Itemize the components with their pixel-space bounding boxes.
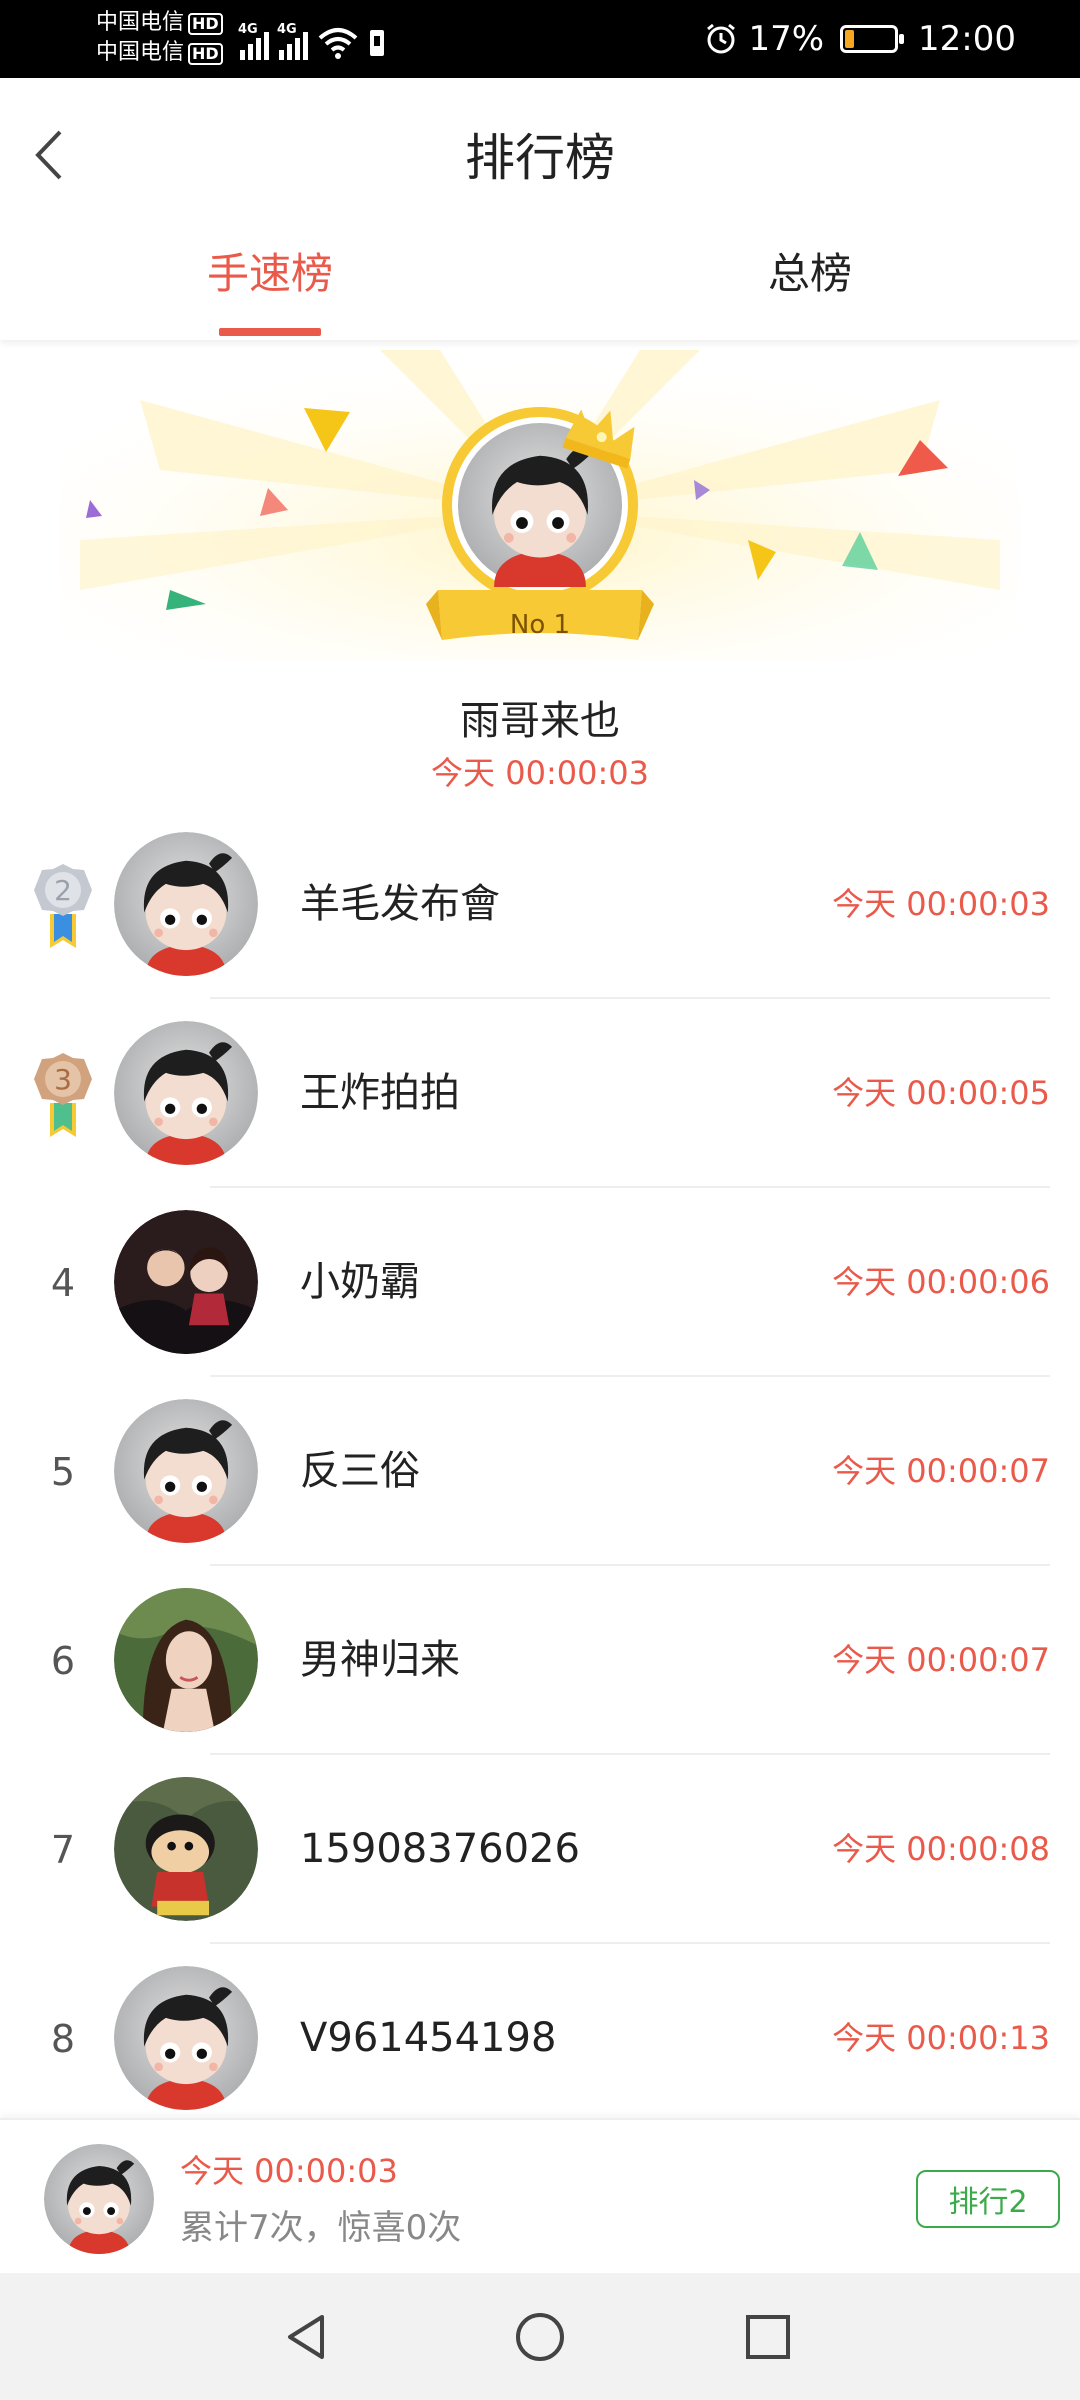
rank-number: 5: [50, 1449, 76, 1494]
player-name: V961454198: [300, 2015, 557, 2061]
my-stats: 累计7次，惊喜0次: [180, 2208, 462, 2248]
square-recents-icon: [746, 2315, 790, 2359]
avatar[interactable]: [114, 1588, 258, 1732]
active-tab-indicator: [219, 328, 321, 336]
avatar[interactable]: [114, 1021, 258, 1165]
battery-icon: [840, 25, 905, 53]
silver-medal-icon: 2: [30, 810, 96, 999]
champion-badge: No 1: [509, 610, 571, 640]
signal-indicators: 4G 4G: [238, 20, 386, 60]
list-item[interactable]: 2 羊毛发布會 今天 00:00:03: [0, 810, 1080, 999]
page-title: 排行榜: [465, 129, 615, 187]
signal-2-icon: 4G: [277, 22, 308, 60]
rank-number: 8: [50, 2016, 76, 2061]
hd-badge: HD: [188, 13, 223, 35]
avatar[interactable]: [114, 1210, 258, 1354]
rank-number: 7: [50, 1827, 76, 1872]
carrier-info: 中国电信 HD 中国电信 HD: [96, 8, 223, 68]
avatar[interactable]: [114, 1966, 258, 2110]
player-time: 今天 00:00:06: [832, 1263, 1050, 1301]
my-best-time: 今天 00:00:03: [180, 2152, 398, 2190]
nav-home-button[interactable]: [498, 2295, 582, 2379]
my-record-bar: 今天 00:00:03 累计7次，惊喜0次 排行2: [0, 2118, 1080, 2275]
list-item[interactable]: 5 反三俗 今天 00:00:07: [0, 1377, 1080, 1566]
bronze-medal-icon: 3: [30, 999, 96, 1188]
list-item[interactable]: 8 V961454198 今天 00:00:13: [0, 1944, 1080, 2133]
player-name: 反三俗: [300, 1448, 420, 1494]
sim-battery-icon: [370, 30, 384, 56]
player-name: 小奶霸: [300, 1259, 420, 1305]
list-item[interactable]: 3 王炸拍拍 今天 00:00:05: [0, 999, 1080, 1188]
champion-time: 今天 00:00:03: [431, 754, 649, 792]
tab-overall-ranking[interactable]: 总榜: [680, 240, 940, 340]
tab-speed-ranking[interactable]: 手速榜: [140, 240, 400, 340]
signal-1-icon: 4G: [238, 22, 269, 60]
player-time: 今天 00:00:07: [832, 1641, 1050, 1679]
hd-badge-2: HD: [188, 43, 223, 65]
avatar[interactable]: [114, 1777, 258, 1921]
player-time: 今天 00:00:13: [832, 2019, 1050, 2057]
wifi-icon: [318, 28, 358, 59]
list-item[interactable]: 4 小奶霸 今天 00:00:06: [0, 1188, 1080, 1377]
svg-text:2: 2: [54, 874, 72, 907]
ranking-list[interactable]: 2 羊毛发布會 今天 00:00:03 3 王炸拍拍 今天 00:00:05 4: [0, 810, 1080, 2133]
player-name: 男神归来: [300, 1637, 460, 1683]
circle-home-icon: [516, 2313, 564, 2361]
list-item[interactable]: 6 男神归来 今天 00:00:07: [0, 1566, 1080, 1755]
player-name: 15908376026: [300, 1826, 580, 1872]
status-time: 12:00: [918, 19, 1016, 59]
status-right: 17% 12:00: [704, 0, 1016, 78]
nav-back-button[interactable]: [266, 2295, 350, 2379]
champion-name: 雨哥来也: [460, 698, 620, 744]
player-time: 今天 00:00:05: [832, 1074, 1050, 1112]
player-time: 今天 00:00:03: [832, 885, 1050, 923]
player-time: 今天 00:00:08: [832, 1830, 1050, 1868]
carrier-1-label: 中国电信: [96, 10, 185, 35]
battery-percent: 17%: [748, 19, 825, 59]
player-time: 今天 00:00:07: [832, 1452, 1050, 1490]
list-item[interactable]: 7 15908376026 今天 00:00:08: [0, 1755, 1080, 1944]
my-avatar[interactable]: [44, 2144, 154, 2254]
player-name: 王炸拍拍: [300, 1070, 460, 1116]
champion-avatar: [426, 407, 654, 640]
alarm-icon: [707, 23, 736, 54]
rank-number: 4: [50, 1260, 76, 1305]
system-nav-bar: [0, 2273, 1080, 2400]
my-rank-button[interactable]: 排行2: [916, 2170, 1060, 2228]
player-name: 羊毛发布會: [300, 881, 500, 927]
nav-recents-button[interactable]: [726, 2295, 810, 2379]
avatar[interactable]: [114, 1399, 258, 1543]
avatar[interactable]: [114, 832, 258, 976]
status-bar: 中国电信 HD 中国电信 HD 4G 4G 17% 12:00: [0, 0, 1080, 78]
triangle-back-icon: [288, 2315, 324, 2359]
champion-section: No 1 雨哥来也 今天 00:00:03: [0, 340, 1080, 810]
svg-text:3: 3: [54, 1063, 72, 1096]
app-header: 排行榜 手速榜 总榜: [0, 78, 1080, 340]
carrier-2-label: 中国电信: [96, 40, 185, 65]
rank-number: 6: [50, 1638, 76, 1683]
